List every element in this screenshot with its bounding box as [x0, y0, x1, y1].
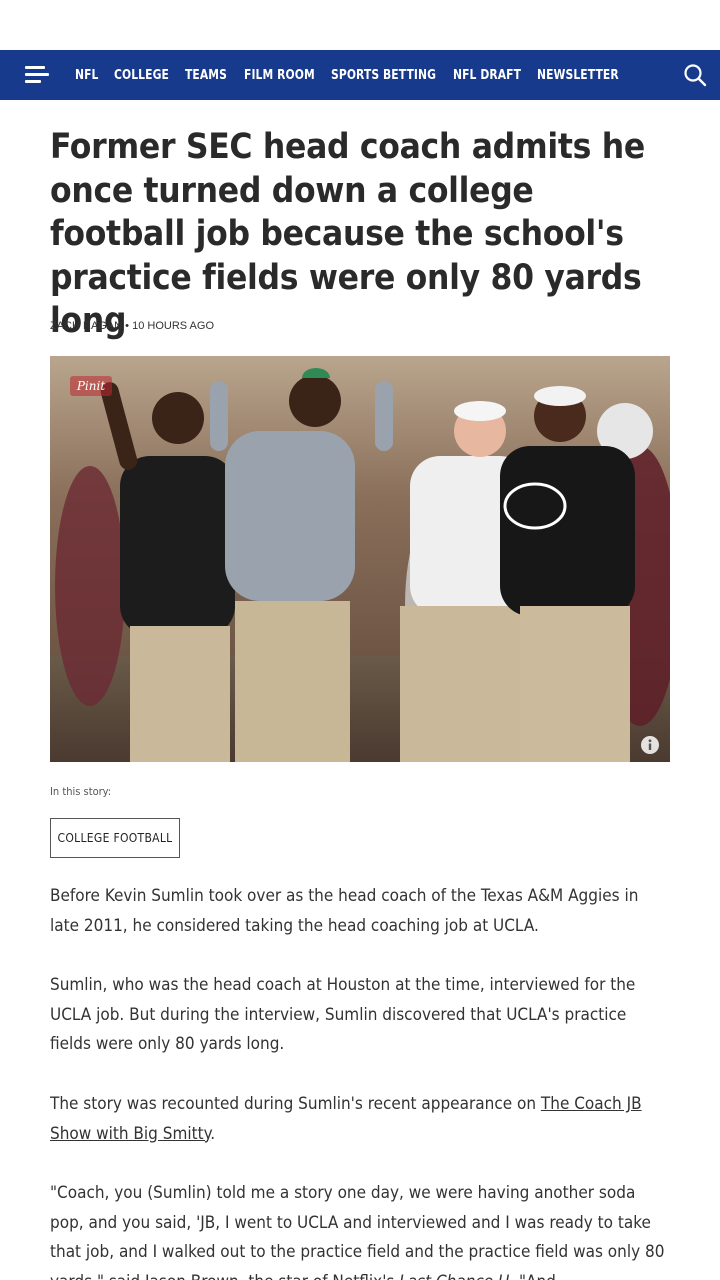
article-byline: ZACH RAGAN • 10 HOURS AGO: [50, 320, 214, 332]
in-this-story-label: In this story:: [50, 785, 112, 798]
nav-item-sports-betting[interactable]: SPORTS BETTING: [331, 68, 436, 83]
paragraph-4: "Coach, you (Sumlin) told me a story one…: [50, 1179, 672, 1280]
article-body: Before Kevin Sumlin took over as the hea…: [50, 882, 672, 1280]
paragraph-3-text: The story was recounted during Sumlin's …: [50, 1093, 541, 1114]
last-chance-u-title: Last Chance U: [399, 1272, 509, 1280]
paragraph-1: Before Kevin Sumlin took over as the hea…: [50, 886, 639, 936]
paragraph-2: Sumlin, who was the head coach at Housto…: [50, 975, 636, 1055]
info-icon[interactable]: [640, 735, 660, 755]
nav-item-nfl-draft[interactable]: NFL DRAFT: [453, 68, 521, 83]
pin-it-button[interactable]: Pinit: [70, 376, 112, 396]
main-nav: NFL COLLEGE TEAMS FILM ROOM SPORTS BETTI…: [75, 50, 641, 100]
top-navigation-bar: NFL COLLEGE TEAMS FILM ROOM SPORTS BETTI…: [0, 50, 720, 100]
nav-item-college[interactable]: COLLEGE: [114, 68, 169, 83]
paragraph-3: The story was recounted during Sumlin's …: [50, 1090, 672, 1149]
hamburger-menu-icon[interactable]: [25, 66, 51, 84]
article-hero-image: [50, 356, 670, 762]
article-headline: Former SEC head coach admits he once tur…: [50, 127, 645, 341]
nav-item-teams[interactable]: TEAMS: [185, 68, 227, 83]
paragraph-4-text: "Coach, you (Sumlin) told me a story one…: [50, 1183, 665, 1280]
coaches-sideline-photo: [50, 356, 670, 762]
paragraph-4-end: . "And: [509, 1272, 556, 1280]
search-icon[interactable]: [683, 63, 707, 87]
paragraph-3-end: .: [210, 1123, 216, 1144]
nav-item-nfl[interactable]: NFL: [75, 68, 98, 83]
nav-item-film-room[interactable]: FILM ROOM: [244, 68, 315, 83]
nav-item-newsletter[interactable]: NEWSLETTER: [537, 68, 619, 83]
tag-college-football[interactable]: COLLEGE FOOTBALL: [50, 818, 180, 858]
